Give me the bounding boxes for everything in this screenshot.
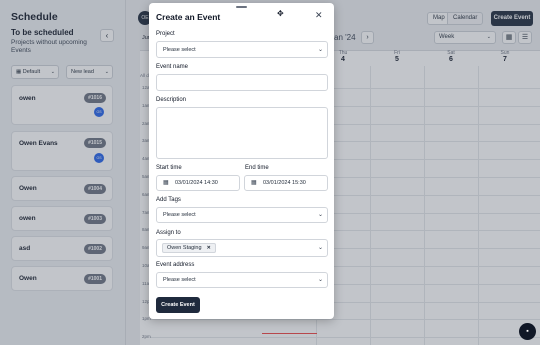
chevron-down-icon: ⌄	[317, 212, 323, 218]
chevron-down-icon: ⌄	[317, 47, 323, 53]
description-textarea[interactable]	[156, 107, 328, 159]
tags-select-value: Please select	[163, 212, 196, 218]
event-name-input[interactable]	[156, 74, 328, 91]
create-event-button[interactable]: Create Event	[156, 297, 200, 313]
chat-launcher-button[interactable]: ▪	[519, 323, 536, 340]
assign-to-select[interactable]: Owen Staging ✕ ⌄	[156, 239, 328, 257]
assign-to-label: Assign to	[156, 230, 181, 236]
assignee-chip-label: Owen Staging	[167, 245, 202, 251]
end-time-input[interactable]: ▦ 03/01/2024 15:30	[244, 175, 328, 191]
event-name-label: Event name	[156, 64, 189, 70]
tags-select[interactable]: Please select ⌄	[156, 207, 328, 223]
remove-assignee-icon[interactable]: ✕	[207, 245, 211, 251]
drag-handle[interactable]	[236, 6, 247, 8]
project-label: Project	[156, 31, 175, 37]
end-time-value: 03/01/2024 15:30	[263, 180, 306, 186]
calendar-icon: ▦	[251, 180, 257, 186]
project-select[interactable]: Please select ⌄	[156, 41, 328, 58]
event-address-value: Please select	[163, 277, 196, 283]
start-time-label: Start time	[156, 165, 182, 171]
end-time-label: End time	[245, 165, 269, 171]
event-address-label: Event address	[156, 262, 195, 268]
chevron-down-icon: ⌄	[317, 245, 323, 251]
event-address-select[interactable]: Please select ⌄	[156, 272, 328, 288]
start-time-value: 03/01/2024 14:30	[175, 180, 218, 186]
calendar-icon: ▦	[163, 180, 169, 186]
chat-icon: ▪	[526, 328, 529, 335]
chevron-down-icon: ⌄	[317, 277, 323, 283]
description-label: Description	[156, 97, 187, 103]
modal-title: Create an Event	[156, 12, 221, 22]
start-time-input[interactable]: ▦ 03/01/2024 14:30	[156, 175, 240, 191]
close-icon[interactable]: ✕	[315, 10, 323, 21]
move-icon[interactable]: ✥	[277, 9, 284, 18]
project-select-value: Please select	[163, 47, 196, 53]
create-event-modal: ✥ Create an Event ✕ Project Please selec…	[149, 3, 334, 319]
tags-label: Add Tags	[156, 197, 181, 203]
assignee-chip: Owen Staging ✕	[162, 243, 216, 253]
